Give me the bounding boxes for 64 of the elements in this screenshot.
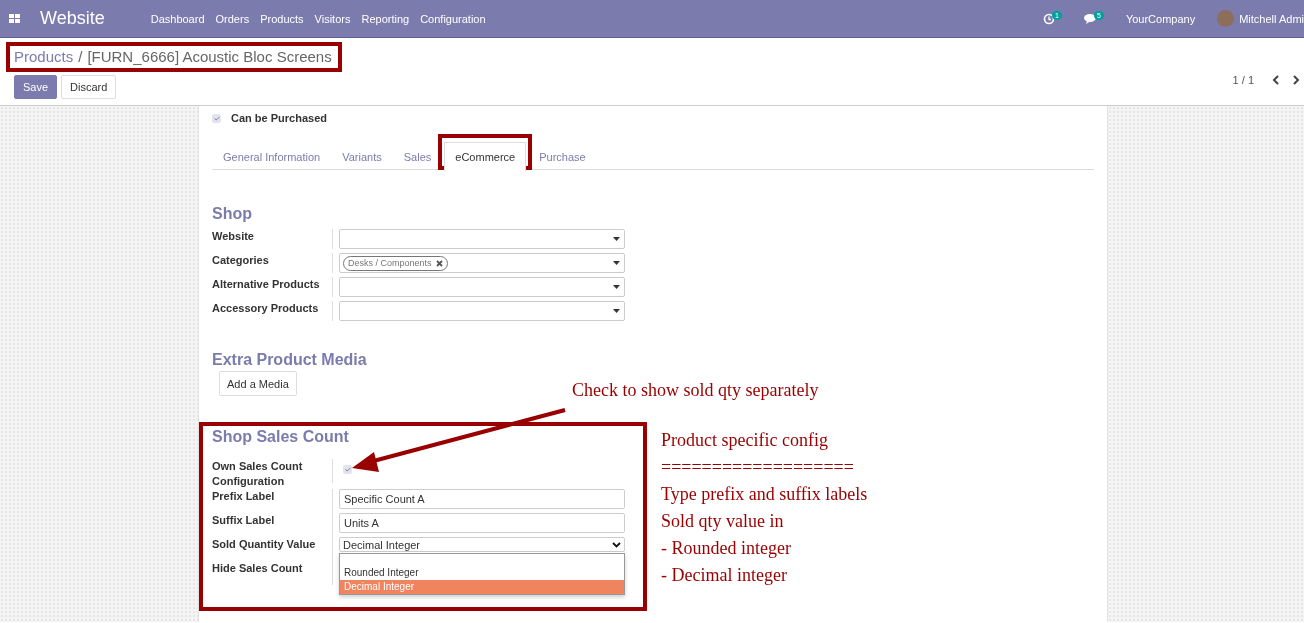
menu-item[interactable]: Reporting — [361, 12, 420, 25]
annotation-note: Check to show sold qty separately — [572, 379, 819, 402]
dropdown-field[interactable] — [339, 229, 625, 249]
user-name[interactable]: Mitchell Admi — [1239, 12, 1304, 25]
tab[interactable]: Variants — [331, 142, 393, 170]
checkbox-label: Can be Purchased — [231, 112, 327, 124]
record-title: [FURN_6666] Acoustic Bloc Screens — [87, 48, 332, 65]
text-field[interactable]: Units A — [339, 513, 625, 533]
save-button[interactable]: Save — [14, 75, 58, 99]
field-label: Prefix Label — [212, 489, 276, 504]
annotation-note: - Rounded integer — [661, 537, 792, 560]
field-label: Suffix Label — [212, 513, 276, 528]
annotation-note: - Decimal integer — [661, 564, 788, 587]
discard-button[interactable]: Discard — [61, 75, 117, 99]
field-label: Own Sales Count Configuration — [212, 459, 304, 489]
dropdown-field[interactable]: Desks / Components — [339, 253, 625, 273]
field-label: Hide Sales Count — [212, 561, 304, 576]
dropdown-caret-icon — [613, 237, 620, 241]
checkbox[interactable] — [343, 464, 352, 474]
section-heading: Shop — [212, 205, 253, 223]
breadcrumb-link[interactable]: Products — [14, 48, 74, 65]
tab[interactable]: Purchase — [528, 142, 597, 170]
next-icon[interactable] — [1293, 75, 1300, 85]
previous-icon[interactable] — [1272, 75, 1279, 85]
apps-menu-icon[interactable] — [9, 13, 20, 24]
chevron-down-icon — [612, 541, 621, 548]
annotation-note: =================== — [661, 456, 855, 479]
remove-tag-icon[interactable] — [435, 259, 443, 267]
checkbox[interactable] — [212, 113, 221, 123]
dropdown-field[interactable] — [339, 301, 625, 321]
tag-label: Desks / Components — [348, 258, 432, 268]
menu-item[interactable]: Configuration — [420, 12, 496, 25]
annotation-note: Sold qty value in — [661, 510, 785, 533]
add-media-button[interactable]: Add a Media — [219, 371, 297, 396]
field-label: Alternative Products — [212, 277, 321, 292]
app-title: Website — [40, 8, 105, 29]
annotation-note: Type prefix and suffix labels — [661, 483, 868, 506]
menu-item[interactable]: Visitors — [314, 12, 361, 25]
dropdown-option[interactable]: Rounded Integer — [340, 566, 624, 580]
chat-icon[interactable] — [1084, 13, 1097, 24]
tab[interactable]: Sales — [392, 142, 443, 170]
dropdown-caret-icon — [613, 285, 620, 289]
clock-icon[interactable] — [1043, 12, 1056, 25]
breadcrumb-separator: / — [78, 48, 83, 65]
company-name[interactable]: YourCompany — [1125, 12, 1196, 25]
field-label: Categories — [212, 253, 270, 268]
annotation-note: Product specific config — [661, 429, 829, 452]
dropdown-caret-icon — [613, 261, 620, 265]
section-heading: Shop Sales Count — [212, 428, 350, 446]
field-label: Accessory Products — [212, 301, 320, 316]
field-label: Website — [212, 229, 255, 244]
dropdown-field[interactable] — [339, 277, 625, 297]
dropdown-caret-icon — [613, 309, 620, 313]
tab[interactable]: General Information — [212, 142, 332, 170]
select-field[interactable]: Decimal Integer — [339, 537, 625, 552]
field-label: Sold Quantity Value — [212, 537, 317, 552]
menu-item[interactable]: Orders — [215, 12, 260, 25]
dropdown-option[interactable]: Decimal Integer — [340, 580, 624, 594]
tab[interactable]: eCommerce — [444, 142, 527, 172]
text-field[interactable]: Specific Count A — [339, 489, 625, 509]
menu-item[interactable]: Products — [260, 12, 314, 25]
menu-item[interactable]: Dashboard — [150, 12, 215, 25]
section-heading: Extra Product Media — [212, 351, 368, 369]
pager-counter: 1 / 1 — [1232, 74, 1254, 86]
